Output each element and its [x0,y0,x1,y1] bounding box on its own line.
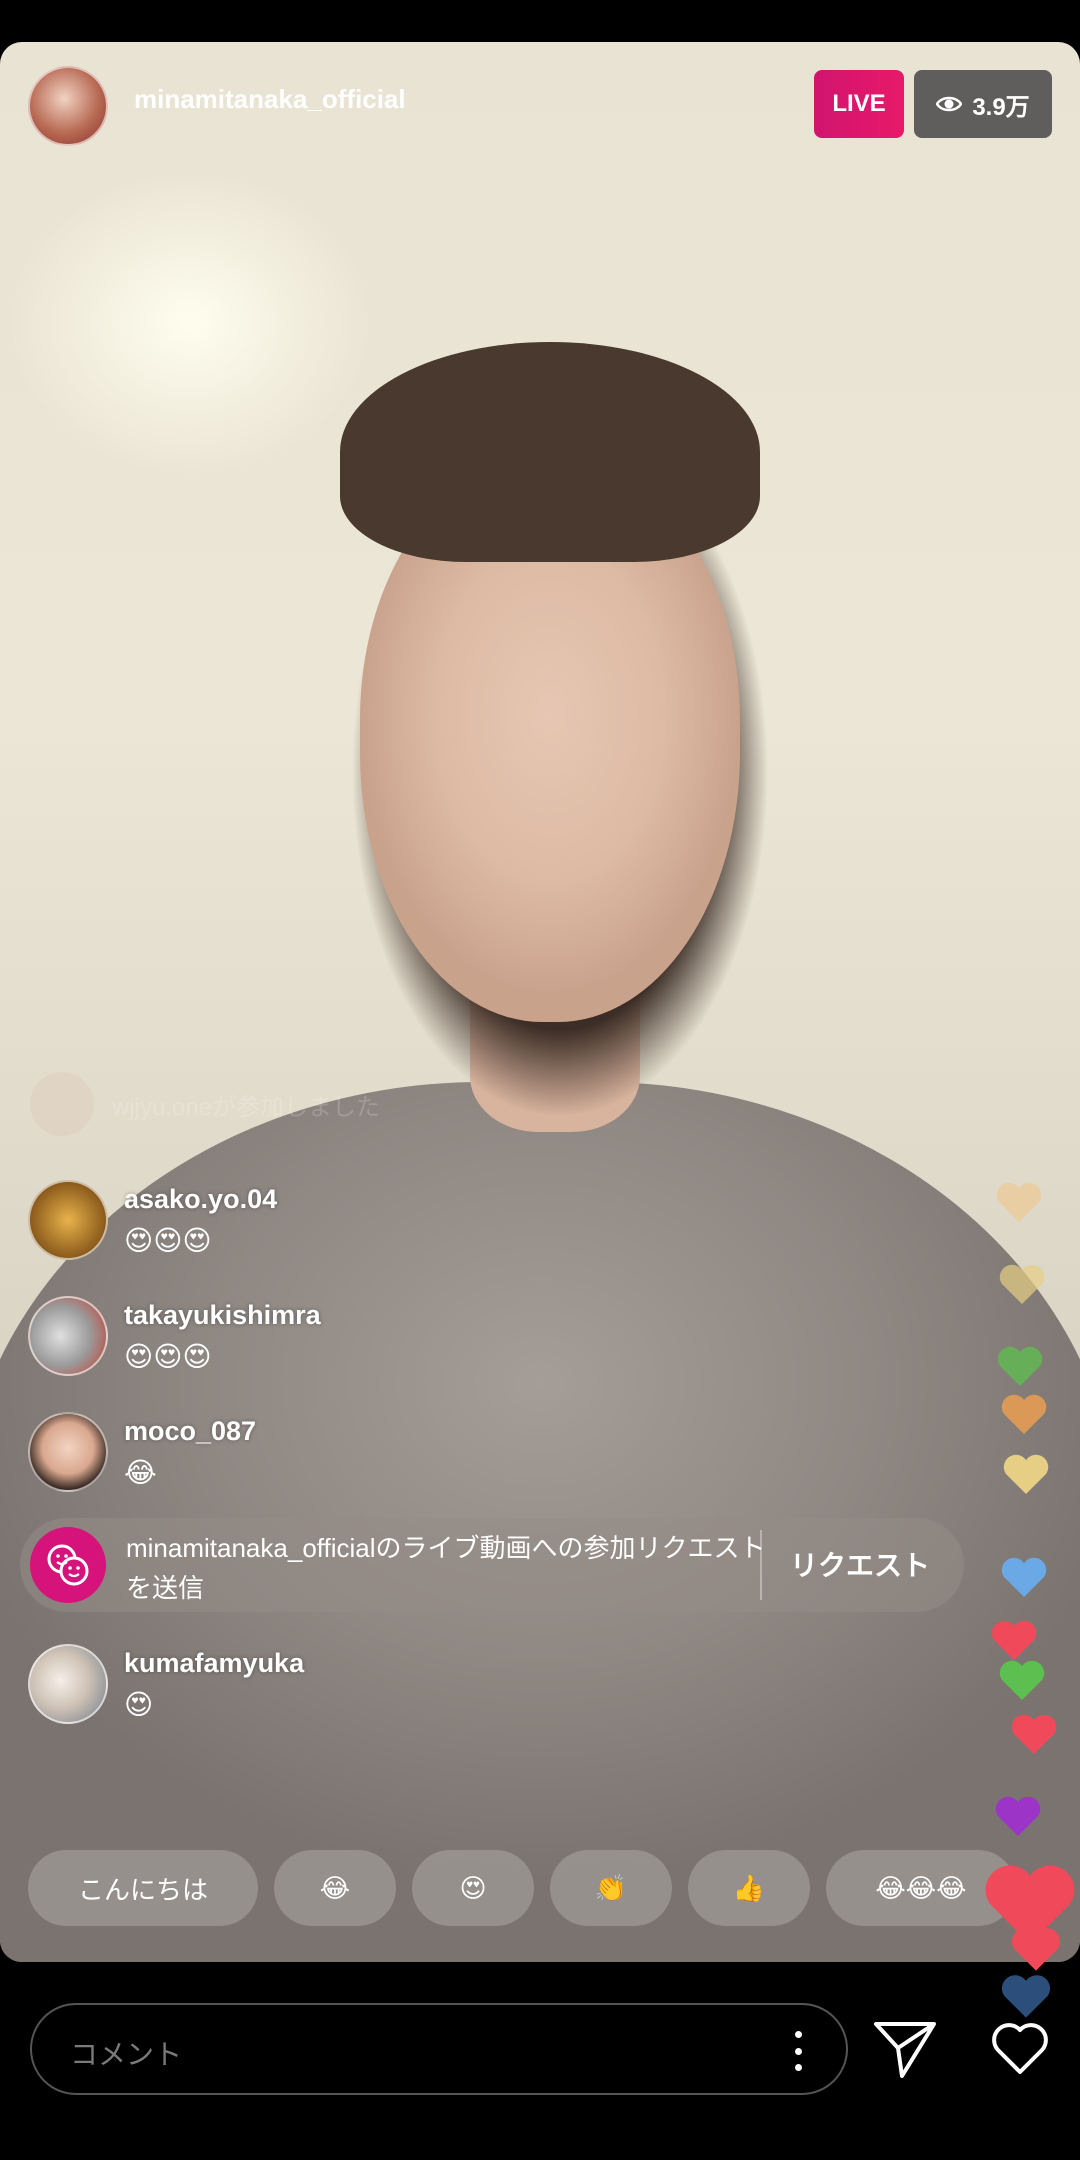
quick-reply-chip[interactable]: こんにちは [28,1850,258,1926]
comment-text: 😍😍😍 [124,1341,212,1372]
comment-text: 😍😍😍 [124,1225,212,1256]
floating-heart-icon [991,1620,1037,1660]
join-request-banner[interactable]: minamitanaka_officialのライブ動画への参加リクエストを送信 … [20,1518,964,1612]
floating-heart-icon [996,1182,1042,1222]
join-notice: wjjyu.oneが参加しました [30,1072,380,1136]
quick-reply-chip[interactable]: 😍 [412,1850,534,1926]
commenter-username[interactable]: takayukishimra [124,1300,321,1331]
more-options-icon[interactable] [790,2031,806,2071]
commenter-username[interactable]: moco_087 [124,1416,256,1447]
commenter-avatar[interactable] [28,1644,108,1724]
join-notice-avatar [30,1072,94,1136]
faces-icon [47,1544,89,1586]
comment-text: 😂 [124,1457,157,1488]
viewer-count: 3.9万 [972,93,1030,121]
host-avatar[interactable] [28,66,108,146]
host-username[interactable]: minamitanaka_official [134,84,406,115]
quick-reply-chip[interactable]: 😂 [274,1850,396,1926]
request-button[interactable]: リクエスト [790,1544,930,1584]
floating-heart-icon [1001,1557,1047,1597]
comment-item[interactable]: takayukishimra 😍😍😍 [28,1296,728,1376]
comment-input[interactable]: コメント [30,2003,848,2095]
floating-heart-icon [999,1264,1045,1304]
video-subject-bangs [340,342,760,562]
comment-item[interactable]: asako.yo.04 😍😍😍 [28,1180,728,1260]
commenter-username[interactable]: asako.yo.04 [124,1184,277,1215]
floating-heart-icon [1001,1975,1051,2018]
quick-reply-bar: こんにちは 😂 😍 👏 👍 😂😂😂 [28,1850,1016,1926]
floating-heart-icon [997,1346,1043,1386]
request-divider [760,1530,762,1600]
commenter-avatar[interactable] [28,1412,108,1492]
quick-reply-chip[interactable]: 👍 [688,1850,810,1926]
floating-heart-icon [1011,1928,1061,1971]
viewer-count-badge[interactable]: 3.9万 [914,70,1052,138]
comment-placeholder: コメント [70,2039,183,2070]
send-icon[interactable] [872,2018,938,2080]
commenter-avatar[interactable] [28,1296,108,1376]
join-notice-text: wjjyu.oneが参加しました [112,1093,381,1121]
live-badge: LIVE [814,70,904,138]
live-header: minamitanaka_official LIVE 3.9万 [0,42,1080,162]
comment-item[interactable]: kumafamyuka 😍 [28,1644,728,1724]
floating-heart-icon [1003,1454,1049,1494]
floating-heart-icon [999,1660,1045,1700]
request-banner-text: minamitanaka_officialのライブ動画への参加リクエストを送信 [126,1533,766,1603]
comment-text: 😍 [124,1689,154,1720]
eye-icon [936,96,963,112]
commenter-avatar[interactable] [28,1180,108,1260]
heart-like-icon[interactable] [990,2020,1050,2076]
floating-heart-icon [995,1796,1041,1836]
floating-heart-icon [1011,1714,1057,1754]
comment-item[interactable]: moco_087 😂 [28,1412,728,1492]
floating-heart-icon [1001,1394,1047,1434]
quick-reply-chip[interactable]: 👏 [550,1850,672,1926]
request-icon [30,1527,106,1603]
commenter-username[interactable]: kumafamyuka [124,1648,304,1679]
